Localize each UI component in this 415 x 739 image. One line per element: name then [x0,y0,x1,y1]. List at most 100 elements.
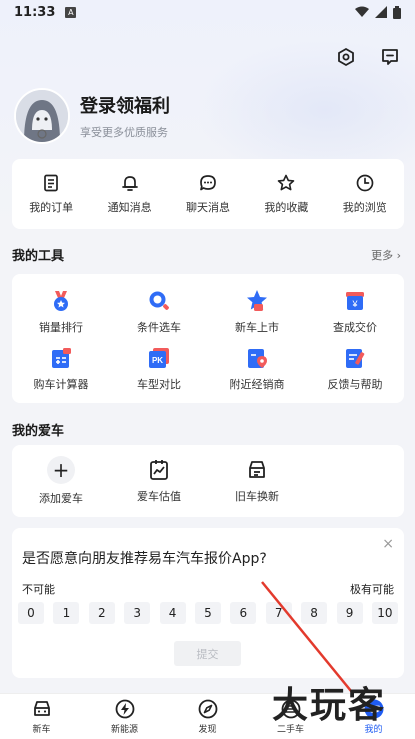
tool-label: 新车上市 [235,321,279,335]
tab-label: 发现 [198,725,217,735]
order-icon [44,174,59,192]
chat-icon [200,175,216,191]
tools-more-link[interactable]: 更多 › [371,247,401,263]
settings-button[interactable] [333,44,359,70]
status-bar: 11:33 A [0,0,415,24]
message-box-icon [382,49,398,65]
scale-low-label: 不可能 [22,583,55,596]
my-car-section-title: 我的爱车 [12,424,65,439]
quick-item-label: 聊天消息 [185,201,230,214]
tab-new-energy[interactable]: 新能源 [90,698,160,735]
login-subtitle: 享受更多优质服务 [80,126,168,139]
add-car-button[interactable]: + 添加爱车 [12,456,110,506]
new-car-star-icon [247,290,267,312]
car-exchange-icon [249,461,265,478]
car-item-label: 旧车换新 [235,490,279,503]
tool-new-cars[interactable]: 新车上市 [208,284,306,341]
tab-label: 新车 [32,725,51,735]
rating-option[interactable]: 6 [230,602,257,624]
car-item-label: 爱车估值 [137,490,181,503]
tool-label: 条件选车 [137,321,181,335]
quick-item-history[interactable]: 我的浏览 [330,173,400,215]
rating-scale: 0 1 2 3 4 5 6 7 8 9 10 [18,602,398,624]
tool-feedback[interactable]: 反馈与帮助 [306,341,404,398]
header-actions [333,44,403,70]
tool-compare[interactable]: PK 车型对比 [110,341,208,398]
tab-label: 新能源 [110,725,138,735]
tool-label: 查成交价 [333,321,377,335]
status-indicators [355,5,401,19]
battery-icon [393,5,401,19]
bell-icon [121,176,138,191]
trade-in-button[interactable]: 旧车换新 [208,458,306,504]
status-time: 11:33 [14,4,56,20]
quick-item-favorites[interactable]: 我的收藏 [251,173,321,215]
tools-section-title: 我的工具 [12,249,65,264]
quick-item-notifications[interactable]: 通知消息 [95,173,165,215]
quick-item-label: 我的收藏 [264,201,309,214]
calculator-icon [52,347,71,368]
profile-login[interactable]: 登录领福利 享受更多优质服务 [14,88,170,144]
tool-transaction-price[interactable]: ¥ 查成交价 [306,284,404,341]
scale-high-label: 极有可能 [350,583,394,596]
price-icon: ¥ [346,292,364,311]
rank-medal-icon [54,291,68,312]
lightning-icon [115,699,134,719]
valuation-chart-icon [150,460,168,480]
wifi-icon [355,6,369,17]
chevron-right-icon: › [396,249,401,262]
tab-discover[interactable]: 发现 [173,698,243,735]
survey-question: 是否愿意向朋友推荐易车汽车报价App? [22,551,267,567]
submit-button[interactable]: 提交 [174,641,241,666]
close-icon[interactable]: × [382,536,394,552]
tool-label: 车型对比 [137,377,181,391]
login-title[interactable]: 登录领福利 [80,92,170,118]
rating-option[interactable]: 8 [301,602,328,624]
rating-option[interactable]: 3 [124,602,151,624]
tool-sales-ranking[interactable]: 销量排行 [12,284,110,341]
watermark-text: 大玩客 [272,684,387,726]
star-icon [278,174,295,191]
settings-hex-icon [338,47,354,67]
tool-calculator[interactable]: 购车计算器 [12,341,110,398]
tool-label: 销量排行 [39,321,83,335]
rating-option[interactable]: 1 [53,602,80,624]
rating-option[interactable]: 7 [265,602,292,624]
pk-compare-icon: PK [149,347,169,368]
compass-icon [198,699,217,719]
rating-option[interactable]: 10 [371,602,398,624]
nps-survey-card: × 是否愿意向朋友推荐易车汽车报价App? 不可能 极有可能 0 1 2 3 4… [12,528,404,678]
tab-new-car[interactable]: 新车 [7,698,77,735]
car-valuation-button[interactable]: 爱车估值 [110,458,208,504]
quick-item-orders[interactable]: 我的订单 [16,173,86,215]
rating-option[interactable]: 4 [159,602,186,624]
tools-card: 销量排行 条件选车 新车上市 ¥ 查成交价 购车计算器 PK 车型对比 附近经销… [12,274,404,403]
avatar[interactable] [14,88,70,144]
rating-option[interactable]: 2 [88,602,115,624]
more-label: 更多 [371,249,394,262]
quick-actions-card: 我的订单 通知消息 聊天消息 我的收藏 我的浏览 [12,159,404,229]
survey-scale-labels: 不可能 极有可能 [22,581,394,597]
signal-icon [375,6,387,18]
tool-label: 购车计算器 [33,377,89,391]
tool-filter-search[interactable]: 条件选车 [110,284,208,341]
rating-option[interactable]: 0 [18,602,44,624]
my-car-card: + 添加爱车 爱车估值 旧车换新 [12,445,404,517]
message-button[interactable] [377,44,403,70]
rating-option[interactable]: 5 [194,602,221,624]
dealer-location-icon [248,348,267,368]
tool-label: 附近经销商 [229,377,285,391]
clock-icon [356,174,374,192]
quick-item-label: 我的订单 [29,201,74,214]
tool-nearby-dealers[interactable]: 附近经销商 [208,341,306,398]
default-avatar-icon [16,90,68,142]
rating-option[interactable]: 9 [336,602,363,624]
search-car-icon [149,291,169,311]
quick-item-label: 我的浏览 [342,201,387,214]
quick-item-label: 通知消息 [107,201,152,214]
car-item-label: 添加爱车 [39,492,83,505]
tool-label: 反馈与帮助 [327,377,383,391]
plus-icon: + [47,456,75,484]
quick-item-chat[interactable]: 聊天消息 [173,173,243,215]
notification-badge: A [65,6,77,18]
